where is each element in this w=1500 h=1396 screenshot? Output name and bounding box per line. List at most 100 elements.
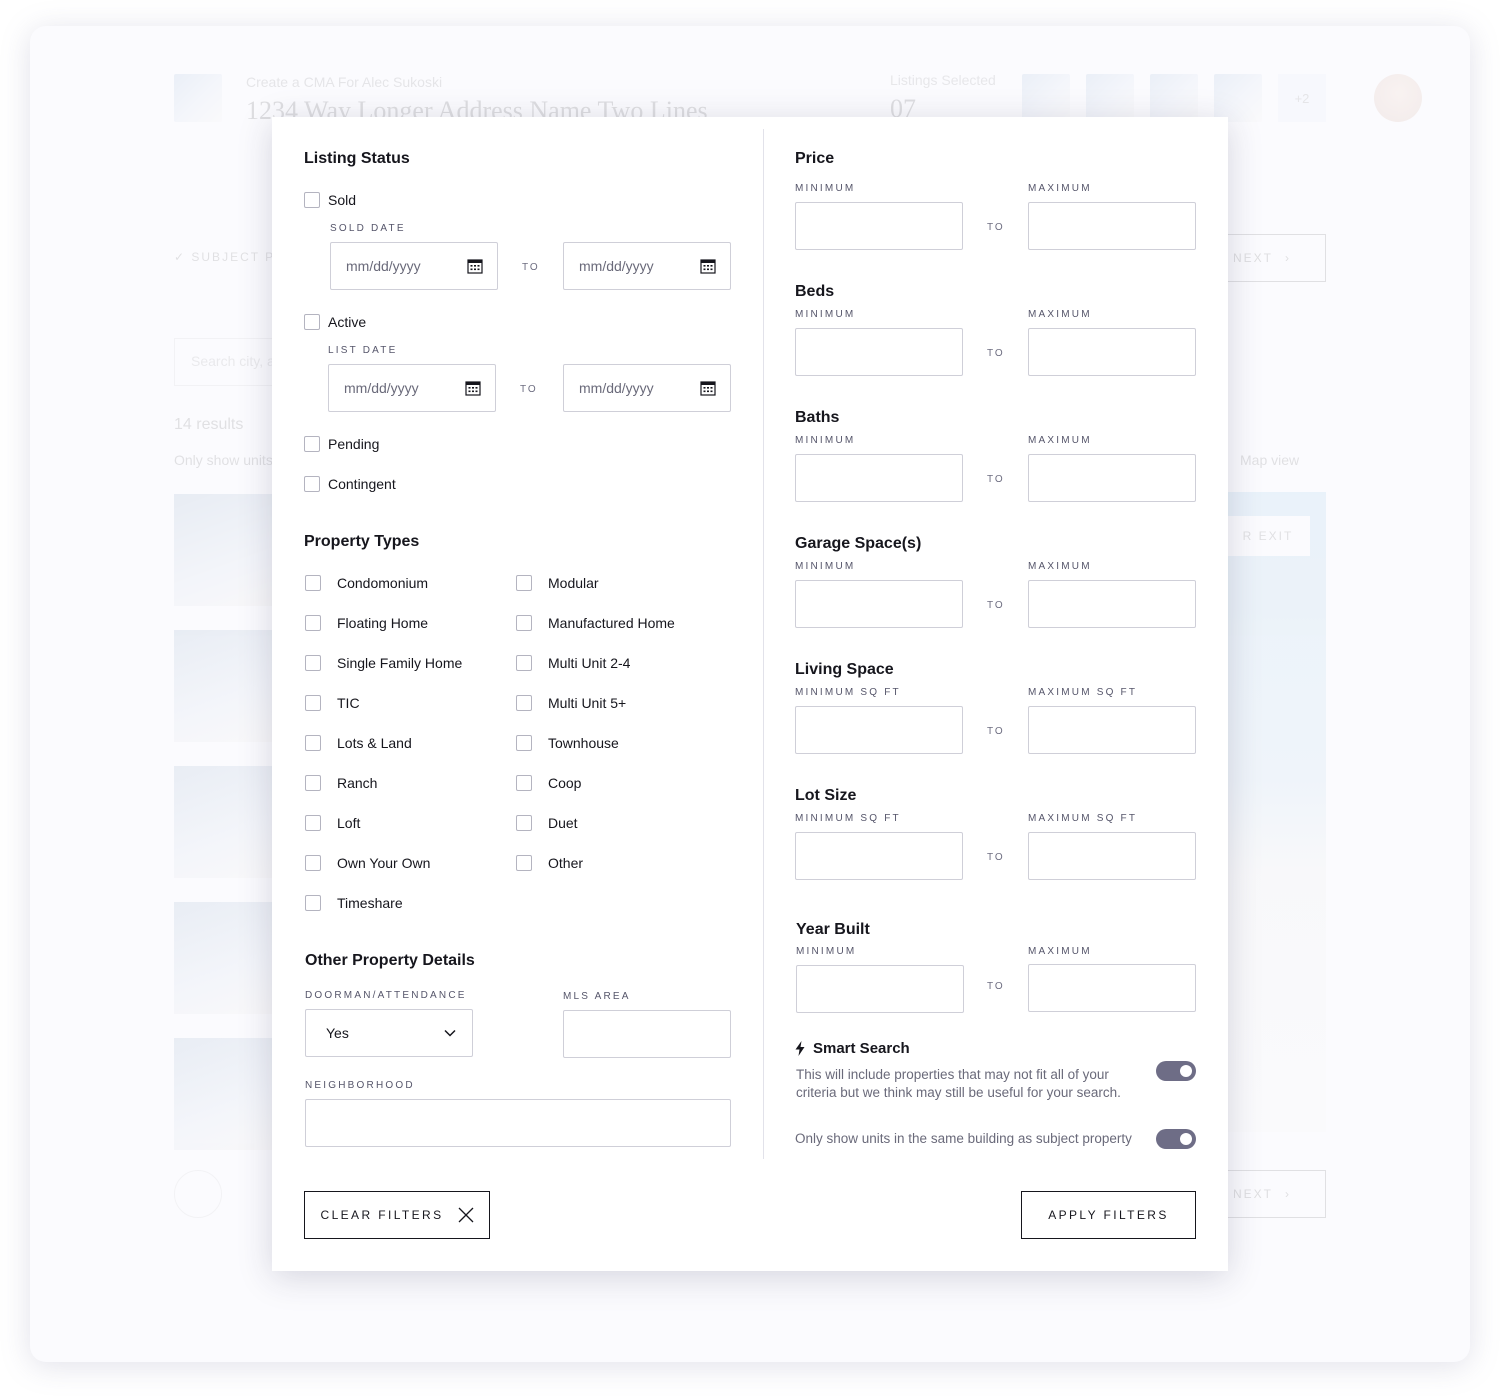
- to-label: TO: [987, 222, 1005, 233]
- beds-min-input[interactable]: [795, 328, 963, 376]
- sold-date-from-input[interactable]: mm/dd/yyyy: [330, 242, 498, 290]
- property-type-checkbox[interactable]: Other: [516, 853, 583, 873]
- checkbox-box[interactable]: [516, 735, 532, 751]
- calendar-icon[interactable]: [467, 258, 483, 274]
- checkbox-box[interactable]: [305, 775, 321, 791]
- calendar-icon[interactable]: [465, 380, 481, 396]
- list-date-from-input[interactable]: mm/dd/yyyy: [328, 364, 496, 412]
- checkbox-box[interactable]: [305, 695, 321, 711]
- result-image[interactable]: [174, 766, 284, 878]
- calendar-icon[interactable]: [700, 380, 716, 396]
- sold-date-to-input[interactable]: mm/dd/yyyy: [563, 242, 731, 290]
- doorman-select[interactable]: Yes: [305, 1009, 473, 1057]
- result-image[interactable]: [174, 1038, 284, 1150]
- contingent-label: Contingent: [328, 476, 396, 492]
- contingent-checkbox[interactable]: Contingent: [304, 474, 396, 494]
- checkbox-box[interactable]: [305, 615, 321, 631]
- checkbox-box[interactable]: [516, 695, 532, 711]
- property-type-checkbox[interactable]: Timeshare: [305, 893, 403, 913]
- garage-min-input[interactable]: [795, 580, 963, 628]
- property-type-checkbox[interactable]: Condomonium: [305, 573, 428, 593]
- date-placeholder: mm/dd/yyyy: [346, 258, 421, 274]
- selected-listing-thumbnail[interactable]: [1214, 74, 1262, 122]
- property-type-checkbox[interactable]: Floating Home: [305, 613, 428, 633]
- checkbox-box[interactable]: [516, 615, 532, 631]
- sold-checkbox[interactable]: Sold: [304, 190, 356, 210]
- checkbox-box[interactable]: [516, 775, 532, 791]
- property-type-checkbox[interactable]: Duet: [516, 813, 578, 833]
- lot-size-max-input[interactable]: [1028, 832, 1196, 880]
- list-date-to-input[interactable]: mm/dd/yyyy: [563, 364, 731, 412]
- property-type-checkbox[interactable]: Manufactured Home: [516, 613, 675, 633]
- more-listings-badge[interactable]: +2: [1278, 74, 1326, 122]
- clear-filters-button[interactable]: CLEAR FILTERS: [304, 1191, 490, 1239]
- apply-filters-button[interactable]: APPLY FILTERS: [1021, 1191, 1196, 1239]
- neighborhood-input[interactable]: [305, 1099, 731, 1147]
- exit-map-button[interactable]: R EXIT: [1226, 516, 1310, 556]
- property-type-checkbox[interactable]: Loft: [305, 813, 360, 833]
- selected-listing-thumbnail[interactable]: [1022, 74, 1070, 122]
- property-type-label: Coop: [548, 775, 582, 791]
- checkbox-box[interactable]: [305, 855, 321, 871]
- previous-page-button[interactable]: [174, 1170, 222, 1218]
- property-type-checkbox[interactable]: Lots & Land: [305, 733, 412, 753]
- checkbox-box[interactable]: [304, 192, 320, 208]
- mls-area-input[interactable]: [563, 1010, 731, 1058]
- living-space-max-input[interactable]: [1028, 706, 1196, 754]
- property-type-checkbox[interactable]: Own Your Own: [305, 853, 430, 873]
- same-building-toggle[interactable]: [1156, 1129, 1196, 1149]
- year-built-max-input[interactable]: [1028, 964, 1196, 1012]
- checkbox-box[interactable]: [516, 655, 532, 671]
- checkbox-box[interactable]: [305, 655, 321, 671]
- calendar-icon[interactable]: [700, 258, 716, 274]
- lot-size-min-input[interactable]: [795, 832, 963, 880]
- smart-search-toggle[interactable]: [1156, 1061, 1196, 1081]
- checkbox-box[interactable]: [304, 436, 320, 452]
- checkbox-box[interactable]: [305, 895, 321, 911]
- checkbox-box[interactable]: [305, 575, 321, 591]
- year-built-min-input[interactable]: [796, 965, 964, 1013]
- selected-listing-thumbnail[interactable]: [1086, 74, 1134, 122]
- living-space-min-input[interactable]: [795, 706, 963, 754]
- checkbox-box[interactable]: [304, 476, 320, 492]
- map-view-toggle[interactable]: Map view: [1240, 452, 1299, 468]
- result-image[interactable]: [174, 494, 284, 606]
- year-built-min-label: MINIMUM: [796, 946, 857, 957]
- list-date-label: LIST DATE: [328, 345, 398, 356]
- checkbox-box[interactable]: [516, 855, 532, 871]
- property-type-label: Modular: [548, 575, 599, 591]
- price-min-input[interactable]: [795, 202, 963, 250]
- checkbox-box[interactable]: [516, 575, 532, 591]
- result-image[interactable]: [174, 630, 284, 742]
- living-space-heading: Living Space: [795, 661, 894, 678]
- neighborhood-label: NEIGHBORHOOD: [305, 1080, 415, 1091]
- active-label: Active: [328, 314, 367, 330]
- property-type-checkbox[interactable]: Modular: [516, 573, 599, 593]
- property-type-checkbox[interactable]: TIC: [305, 693, 360, 713]
- property-type-checkbox[interactable]: Coop: [516, 773, 581, 793]
- price-max-input[interactable]: [1028, 202, 1196, 250]
- pending-checkbox[interactable]: Pending: [304, 434, 379, 454]
- property-type-checkbox[interactable]: Multi Unit 2-4: [516, 653, 630, 673]
- property-type-checkbox[interactable]: Townhouse: [516, 733, 619, 753]
- user-avatar[interactable]: [1374, 74, 1422, 122]
- property-type-checkbox[interactable]: Single Family Home: [305, 653, 462, 673]
- beds-max-input[interactable]: [1028, 328, 1196, 376]
- property-type-checkbox[interactable]: Ranch: [305, 773, 377, 793]
- checkbox-box[interactable]: [304, 314, 320, 330]
- map-panel[interactable]: [1226, 492, 1326, 1132]
- lot-size-max-label: MAXIMUM SQ FT: [1028, 813, 1138, 824]
- checkbox-box[interactable]: [516, 815, 532, 831]
- baths-min-input[interactable]: [795, 454, 963, 502]
- checkbox-box[interactable]: [305, 815, 321, 831]
- baths-max-input[interactable]: [1028, 454, 1196, 502]
- baths-max-label: MAXIMUM: [1028, 435, 1092, 446]
- checkbox-box[interactable]: [305, 735, 321, 751]
- property-type-checkbox[interactable]: Multi Unit 5+: [516, 693, 626, 713]
- living-space-min-label: MINIMUM SQ FT: [795, 687, 901, 698]
- active-checkbox[interactable]: Active: [304, 312, 366, 332]
- garage-max-input[interactable]: [1028, 580, 1196, 628]
- selected-listing-thumbnail[interactable]: [1150, 74, 1198, 122]
- property-types-heading: Property Types: [304, 533, 420, 550]
- result-image[interactable]: [174, 902, 284, 1014]
